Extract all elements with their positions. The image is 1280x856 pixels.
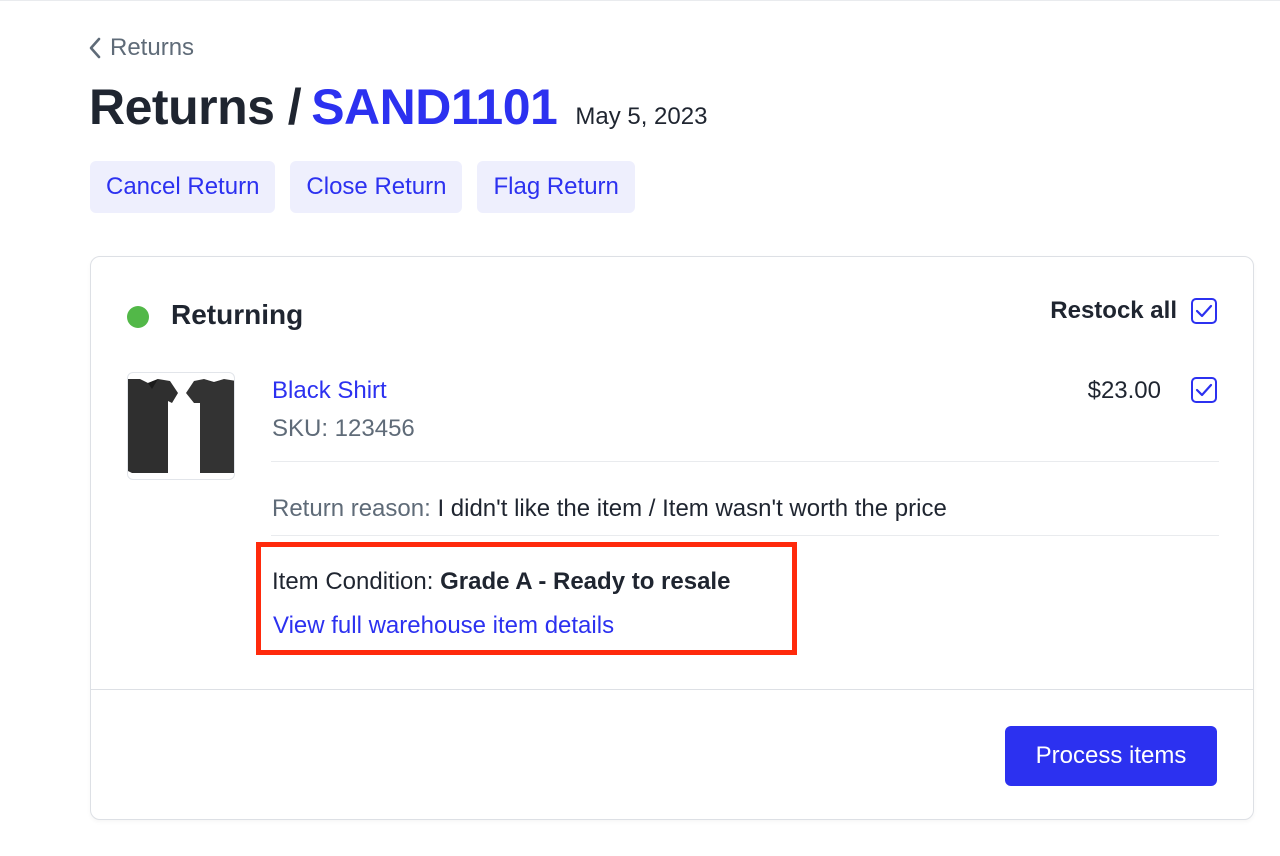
restock-all-control: Restock all [1050,297,1217,325]
return-date: May 5, 2023 [575,103,708,130]
reason-divider [271,535,1219,536]
product-thumbnail [127,372,235,480]
status-label: Returning [171,299,304,330]
status-dot [127,306,149,328]
product-sku: SKU: 123456 [272,415,415,442]
item-divider [271,461,1219,462]
item-condition-value: Grade A - Ready to resale [440,568,731,595]
checkmark-icon [1195,383,1213,397]
return-card: Returning Restock all Black Shirt SKU: 1… [90,256,1254,820]
process-items-button[interactable]: Process items [1005,726,1217,786]
card-footer-divider [91,689,1253,690]
tshirt-image [128,379,234,473]
checkmark-icon [1195,304,1213,318]
return-reason-value: I didn't like the item / Item wasn't wor… [437,495,947,522]
item-condition: Item Condition: Grade A - Ready to resal… [272,568,730,596]
return-actions: Cancel Return Close Return Flag Return [90,161,635,213]
restock-all-label: Restock all [1050,297,1177,324]
chevron-left-icon [89,37,101,59]
product-price: $23.00 [1087,377,1161,404]
flag-return-button[interactable]: Flag Return [477,161,635,213]
page-title: Returns / SAND1101 May 5, 2023 [89,78,707,136]
warehouse-details-link[interactable]: View full warehouse item details [273,612,614,640]
restock-all-checkbox[interactable] [1191,298,1217,324]
back-link-label: Returns [110,34,195,61]
item-condition-label: Item Condition: [272,568,434,595]
return-id-link[interactable]: SAND1101 [311,78,558,136]
product-name-link[interactable]: Black Shirt [272,377,387,405]
top-divider [0,0,1280,1]
item-restock-checkbox[interactable] [1191,377,1217,403]
return-reason-label: Return reason: [272,495,431,522]
back-link[interactable]: Returns [88,34,194,62]
page-title-prefix: Returns / [89,79,302,135]
return-reason: Return reason: I didn't like the item / … [272,495,947,523]
close-return-button[interactable]: Close Return [290,161,463,213]
cancel-return-button[interactable]: Cancel Return [90,161,276,213]
